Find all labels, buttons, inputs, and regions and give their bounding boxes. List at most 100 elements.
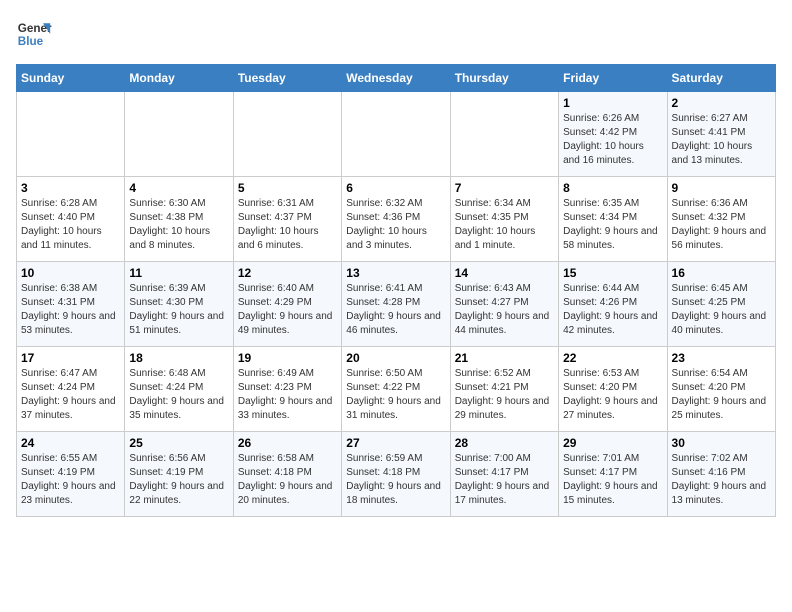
day-info: Sunrise: 6:50 AM Sunset: 4:22 PM Dayligh…: [346, 367, 445, 423]
day-info: Sunrise: 6:40 AM Sunset: 4:29 PM Dayligh…: [238, 282, 337, 338]
calendar-cell: 25 Sunrise: 6:56 AM Sunset: 4:19 PM Dayli…: [125, 432, 233, 517]
calendar-cell: 9 Sunrise: 6:36 AM Sunset: 4:32 PM Daylig…: [667, 177, 775, 262]
day-number: 19: [238, 351, 337, 365]
weekday-header: Friday: [559, 65, 667, 92]
day-info: Sunrise: 6:30 AM Sunset: 4:38 PM Dayligh…: [129, 197, 228, 253]
calendar-cell: 7Sunrise: 6:34 AM Sunset: 4:35 PM Daylig…: [450, 177, 558, 262]
day-info: Sunrise: 6:27 AM Sunset: 4:41 PM Dayligh…: [672, 112, 771, 168]
calendar-table: SundayMondayTuesdayWednesdayThursdayFrid…: [16, 64, 776, 517]
calendar-cell: [342, 92, 450, 177]
weekday-header: Thursday: [450, 65, 558, 92]
calendar-cell: 15 Sunrise: 6:44 AM Sunset: 4:26 PM Dayli…: [559, 262, 667, 347]
calendar-cell: 12 Sunrise: 6:40 AM Sunset: 4:29 PM Dayli…: [233, 262, 341, 347]
day-number: 13: [346, 266, 445, 280]
weekday-header: Tuesday: [233, 65, 341, 92]
calendar-body: 1 Sunrise: 6:26 AM Sunset: 4:42 PM Daylig…: [17, 92, 776, 517]
calendar-cell: 13 Sunrise: 6:41 AM Sunset: 4:28 PM Dayli…: [342, 262, 450, 347]
day-number: 14: [455, 266, 554, 280]
day-info: Sunrise: 6:55 AM Sunset: 4:19 PM Dayligh…: [21, 452, 120, 508]
day-info: Sunrise: 6:39 AM Sunset: 4:30 PM Dayligh…: [129, 282, 228, 338]
header: General Blue: [16, 16, 776, 52]
day-info: Sunrise: 7:02 AM Sunset: 4:16 PM Dayligh…: [672, 452, 771, 508]
day-info: Sunrise: 6:38 AM Sunset: 4:31 PM Dayligh…: [21, 282, 120, 338]
day-info: Sunrise: 6:47 AM Sunset: 4:24 PM Dayligh…: [21, 367, 120, 423]
day-number: 20: [346, 351, 445, 365]
day-number: 7: [455, 181, 554, 195]
day-number: 9: [672, 181, 771, 195]
calendar-cell: 5 Sunrise: 6:31 AM Sunset: 4:37 PM Daylig…: [233, 177, 341, 262]
logo-icon: General Blue: [16, 16, 52, 52]
calendar-cell: 14 Sunrise: 6:43 AM Sunset: 4:27 PM Dayli…: [450, 262, 558, 347]
day-number: 15: [563, 266, 662, 280]
day-info: Sunrise: 6:31 AM Sunset: 4:37 PM Dayligh…: [238, 197, 337, 253]
day-number: 21: [455, 351, 554, 365]
day-info: Sunrise: 6:41 AM Sunset: 4:28 PM Dayligh…: [346, 282, 445, 338]
calendar-cell: 30 Sunrise: 7:02 AM Sunset: 4:16 PM Dayli…: [667, 432, 775, 517]
calendar-cell: 19Sunrise: 6:49 AM Sunset: 4:23 PM Dayli…: [233, 347, 341, 432]
day-info: Sunrise: 6:44 AM Sunset: 4:26 PM Dayligh…: [563, 282, 662, 338]
day-info: Sunrise: 6:52 AM Sunset: 4:21 PM Dayligh…: [455, 367, 554, 423]
calendar-cell: 20 Sunrise: 6:50 AM Sunset: 4:22 PM Dayli…: [342, 347, 450, 432]
day-number: 25: [129, 436, 228, 450]
day-info: Sunrise: 6:58 AM Sunset: 4:18 PM Dayligh…: [238, 452, 337, 508]
logo: General Blue: [16, 16, 52, 52]
calendar-header: SundayMondayTuesdayWednesdayThursdayFrid…: [17, 65, 776, 92]
calendar-cell: 27Sunrise: 6:59 AM Sunset: 4:18 PM Dayli…: [342, 432, 450, 517]
day-info: Sunrise: 6:53 AM Sunset: 4:20 PM Dayligh…: [563, 367, 662, 423]
day-info: Sunrise: 7:00 AM Sunset: 4:17 PM Dayligh…: [455, 452, 554, 508]
weekday-header: Monday: [125, 65, 233, 92]
day-number: 8: [563, 181, 662, 195]
day-info: Sunrise: 6:35 AM Sunset: 4:34 PM Dayligh…: [563, 197, 662, 253]
day-number: 24: [21, 436, 120, 450]
calendar-cell: 22 Sunrise: 6:53 AM Sunset: 4:20 PM Dayli…: [559, 347, 667, 432]
day-number: 3: [21, 181, 120, 195]
calendar-cell: 1 Sunrise: 6:26 AM Sunset: 4:42 PM Daylig…: [559, 92, 667, 177]
day-number: 27: [346, 436, 445, 450]
day-number: 28: [455, 436, 554, 450]
weekday-header: Wednesday: [342, 65, 450, 92]
calendar-cell: 10 Sunrise: 6:38 AM Sunset: 4:31 PM Dayli…: [17, 262, 125, 347]
day-number: 12: [238, 266, 337, 280]
calendar-cell: 21 Sunrise: 6:52 AM Sunset: 4:21 PM Dayli…: [450, 347, 558, 432]
calendar-cell: 24 Sunrise: 6:55 AM Sunset: 4:19 PM Dayli…: [17, 432, 125, 517]
calendar-cell: 26 Sunrise: 6:58 AM Sunset: 4:18 PM Dayli…: [233, 432, 341, 517]
calendar-cell: 4 Sunrise: 6:30 AM Sunset: 4:38 PM Daylig…: [125, 177, 233, 262]
day-info: Sunrise: 6:26 AM Sunset: 4:42 PM Dayligh…: [563, 112, 662, 168]
calendar-cell: 11 Sunrise: 6:39 AM Sunset: 4:30 PM Dayli…: [125, 262, 233, 347]
calendar-cell: 17 Sunrise: 6:47 AM Sunset: 4:24 PM Dayli…: [17, 347, 125, 432]
calendar-cell: [17, 92, 125, 177]
calendar-cell: 28 Sunrise: 7:00 AM Sunset: 4:17 PM Dayli…: [450, 432, 558, 517]
calendar-cell: 29 Sunrise: 7:01 AM Sunset: 4:17 PM Dayli…: [559, 432, 667, 517]
day-number: 5: [238, 181, 337, 195]
calendar-cell: 23 Sunrise: 6:54 AM Sunset: 4:20 PM Dayli…: [667, 347, 775, 432]
day-number: 6: [346, 181, 445, 195]
day-number: 2: [672, 96, 771, 110]
day-number: 16: [672, 266, 771, 280]
day-number: 26: [238, 436, 337, 450]
day-info: Sunrise: 6:36 AM Sunset: 4:32 PM Dayligh…: [672, 197, 771, 253]
day-number: 4: [129, 181, 228, 195]
calendar-cell: [233, 92, 341, 177]
day-info: Sunrise: 6:54 AM Sunset: 4:20 PM Dayligh…: [672, 367, 771, 423]
day-info: Sunrise: 7:01 AM Sunset: 4:17 PM Dayligh…: [563, 452, 662, 508]
weekday-header: Sunday: [17, 65, 125, 92]
day-info: Sunrise: 6:32 AM Sunset: 4:36 PM Dayligh…: [346, 197, 445, 253]
day-info: Sunrise: 6:48 AM Sunset: 4:24 PM Dayligh…: [129, 367, 228, 423]
day-info: Sunrise: 6:43 AM Sunset: 4:27 PM Dayligh…: [455, 282, 554, 338]
calendar-cell: 6 Sunrise: 6:32 AM Sunset: 4:36 PM Daylig…: [342, 177, 450, 262]
day-number: 1: [563, 96, 662, 110]
day-number: 11: [129, 266, 228, 280]
calendar-cell: 3Sunrise: 6:28 AM Sunset: 4:40 PM Daylig…: [17, 177, 125, 262]
day-info: Sunrise: 6:56 AM Sunset: 4:19 PM Dayligh…: [129, 452, 228, 508]
calendar-cell: 8 Sunrise: 6:35 AM Sunset: 4:34 PM Daylig…: [559, 177, 667, 262]
weekday-header: Saturday: [667, 65, 775, 92]
day-number: 29: [563, 436, 662, 450]
day-info: Sunrise: 6:45 AM Sunset: 4:25 PM Dayligh…: [672, 282, 771, 338]
calendar-cell: 16 Sunrise: 6:45 AM Sunset: 4:25 PM Dayli…: [667, 262, 775, 347]
day-number: 23: [672, 351, 771, 365]
day-number: 10: [21, 266, 120, 280]
day-number: 30: [672, 436, 771, 450]
day-number: 17: [21, 351, 120, 365]
day-number: 22: [563, 351, 662, 365]
svg-text:Blue: Blue: [18, 35, 44, 48]
